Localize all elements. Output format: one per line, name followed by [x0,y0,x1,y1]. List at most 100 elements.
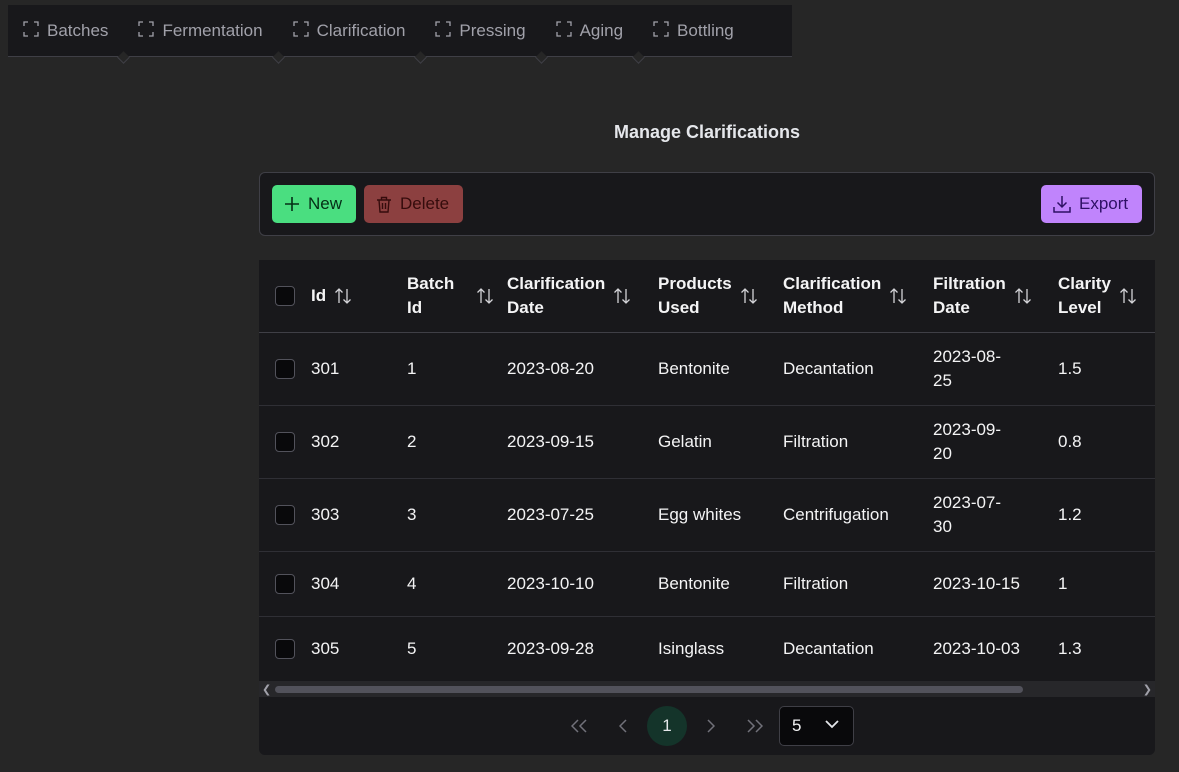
cell-clarity: 0.8 [1058,431,1082,451]
table-row[interactable]: 301 1 2023-08-20 Bentonite Decantation 2… [259,332,1155,405]
cell-id: 304 [311,573,340,593]
cell-text: 2023-08- [933,346,1002,366]
cell-clarification-date: 2023-10-10 [507,573,594,593]
cell-products-used: Gelatin [658,431,712,451]
scrollbar-thumb[interactable] [275,686,1023,693]
row-checkbox[interactable] [275,358,295,379]
cell-products-used: Bentonite [658,358,730,378]
scroll-left-icon[interactable]: ❮ [262,683,271,696]
toolbar: New Delete Export [259,172,1155,236]
cell-batch-id: 2 [407,431,417,451]
column-header-id[interactable]: Id [311,260,407,332]
cell-batch-id: 1 [407,358,417,378]
select-all-checkbox[interactable] [275,285,295,306]
cell-method: Decantation [783,358,874,378]
header-label: Date [933,297,970,317]
header-label: Products [658,273,732,293]
new-button[interactable]: New [272,185,356,223]
header-label: Used [658,297,700,317]
header-label: Clarification [783,273,882,293]
sort-icon [335,287,352,304]
cell-id: 301 [311,358,340,378]
header-label: Id [407,297,423,317]
focus-frame-icon [555,20,572,37]
table-row[interactable]: 302 2 2023-09-15 Gelatin Filtration 2023… [259,405,1155,478]
table-row[interactable]: 304 4 2023-10-10 Bentonite Filtration 20… [259,551,1155,616]
tab-batches[interactable]: Batches [8,5,123,57]
table-row[interactable]: 305 5 2023-09-28 Isinglass Decantation 2… [259,616,1155,681]
row-checkbox[interactable] [275,504,295,525]
horizontal-scrollbar[interactable]: ❮ ❯ [259,681,1155,697]
tab-aging[interactable]: Aging [541,5,638,57]
previous-page-button[interactable] [603,706,643,746]
tab-label: Fermentation [162,20,263,40]
scroll-right-icon[interactable]: ❯ [1143,683,1152,696]
header-label: Method [783,297,844,317]
page-button-1[interactable]: 1 [647,706,687,746]
cell-filtration-date: 2023-09- 20 [933,405,1058,478]
header-label: Clarification [507,273,606,293]
plus-icon [285,197,299,211]
cell-text: 30 [933,516,952,536]
header-label: Filtration [933,273,1006,293]
cell-batch-id: 3 [407,504,417,524]
tab-label: Aging [579,20,624,40]
tab-label: Bottling [677,20,734,40]
chevron-down-icon [825,720,839,729]
header-label: Date [507,297,544,317]
cell-method: Decantation [783,638,874,658]
tab-fermentation[interactable]: Fermentation [123,5,277,57]
header-label: Id [311,285,327,305]
column-header-products-used[interactable]: Products Used [658,260,783,332]
cell-batch-id: 5 [407,638,417,658]
export-button[interactable]: Export [1041,185,1142,223]
trash-icon [377,196,391,213]
cell-text: 20 [933,443,952,463]
cell-text: 2023-07- [933,492,1002,512]
tab-bottling[interactable]: Bottling [638,5,749,57]
focus-frame-icon [653,20,669,37]
header-label: Level [1058,297,1102,317]
header-label: Clarity [1058,273,1111,293]
column-header-filtration-date[interactable]: Filtration Date [933,260,1058,332]
row-checkbox[interactable] [275,573,295,594]
tab-label: Clarification [316,20,406,40]
cell-method: Filtration [783,431,849,451]
rows-per-page-select[interactable]: 5 [779,706,854,746]
sort-icon [1119,287,1136,304]
chevron-left-icon [619,719,627,733]
table-header-row: Id Batch Id Clarification Date Products Use… [259,260,1155,332]
sort-icon [1014,287,1031,304]
cell-clarification-date: 2023-09-15 [507,431,594,451]
cell-filtration-date: 2023-08- 25 [933,332,1058,405]
tab-pressing[interactable]: Pressing [420,5,540,57]
cell-clarification-date: 2023-08-20 [507,358,594,378]
cell-id: 303 [311,504,340,524]
sort-icon [890,287,907,304]
cell-clarity: 1.5 [1058,358,1082,378]
focus-frame-icon [292,20,309,37]
table-row[interactable]: 303 3 2023-07-25 Egg whites Centrifugati… [259,478,1155,551]
column-header-clarification-date[interactable]: Clarification Date [507,260,658,332]
delete-button[interactable]: Delete [364,185,463,223]
cell-filtration-date: 2023-10-03 [933,638,1020,658]
tab-clarification[interactable]: Clarification [278,5,421,57]
cell-method: Filtration [783,573,849,593]
column-header-clarity-level[interactable]: Clarity Level [1058,260,1155,332]
cell-text: 2023-09- [933,419,1002,439]
cell-text: 25 [933,370,952,390]
tab-menu: Batches Fermentation Clarification Press… [8,5,792,57]
next-page-button[interactable] [691,706,731,746]
row-checkbox[interactable] [275,638,295,659]
delete-button-label: Delete [400,194,450,213]
column-header-batch-id[interactable]: Batch Id [407,260,507,332]
row-checkbox[interactable] [275,431,295,452]
sort-icon [614,287,631,304]
data-table: Id Batch Id Clarification Date Products Use… [259,260,1155,697]
last-page-button[interactable] [735,706,775,746]
first-page-button[interactable] [559,706,599,746]
cell-clarification-date: 2023-07-25 [507,504,594,524]
cell-clarity: 1.3 [1058,638,1082,658]
export-button-label: Export [1079,194,1129,213]
column-header-clarification-method[interactable]: Clarification Method [783,260,933,332]
